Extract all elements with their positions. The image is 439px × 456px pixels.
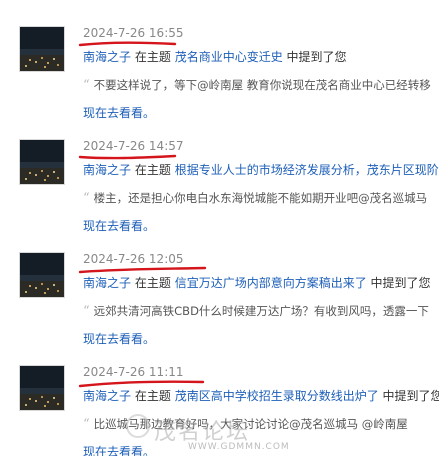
notification-item: 2024-7-26 16:55 南海之子 在主题 茂名商业中心变迁史 中提到了您… [0,19,439,133]
quote-text: 不要这样说了，等下@岭南屋 教育你说现在茂名商业中心已经转移 [93,78,431,92]
quote-block: “远郊共清河高铁CBD什么时候建万达广场？有收到风吗，透露一下 [83,303,439,320]
night-city-avatar-image [20,366,64,410]
mentioned-text: 中提到了您 [286,50,347,64]
in-thread-text: 在主题 [134,163,171,177]
quote-mark-icon: “ [83,78,90,93]
user-link[interactable]: 南海之子 [83,50,131,64]
avatar[interactable] [19,365,65,411]
mentioned-text: 中提到了您 [370,276,431,290]
quote-mark-icon: “ [83,191,90,206]
view-now-link[interactable]: 现在去看看。 [83,331,155,347]
view-now-link[interactable]: 现在去看看。 [83,218,155,234]
notification-item: 2024-7-26 12:05 南海之子 在主题 信宜万达广场内部意向方案稿出来… [0,245,439,359]
thread-title-link[interactable]: 茂名商业中心变迁史 [175,50,283,64]
quote-block: “不要这样说了，等下@岭南屋 教育你说现在茂名商业中心已经转移 [83,77,439,94]
notification-feed: 2024-7-26 16:55 南海之子 在主题 茂名商业中心变迁史 中提到了您… [0,0,439,456]
red-underline-annotation [78,154,177,160]
avatar[interactable] [19,252,65,298]
view-now-link[interactable]: 现在去看看。 [83,105,155,121]
notification-item: 2024-7-26 11:11 南海之子 在主题 茂南区高中学校招生录取分数线出… [0,358,439,456]
thread-title-link[interactable]: 信宜万达广场内部意向方案稿出来了 [175,276,367,290]
quote-mark-icon: “ [83,304,90,319]
quote-block: “楼主，还是担心你电白水东海悦城能不能如期开业吧@茂名巡城马 [83,190,439,207]
notification-date: 2024-7-26 11:11 [83,365,184,379]
notification-line: 南海之子 在主题 茂南区高中学校招生录取分数线出炉了 中提到了您 [83,388,439,404]
in-thread-text: 在主题 [134,389,171,403]
mentioned-text: 中提到了您 [382,389,439,403]
night-city-avatar-image [20,140,64,184]
quote-mark-icon: “ [83,417,90,432]
quote-text: 楼主，还是担心你电白水东海悦城能不能如期开业吧@茂名巡城马 [93,191,428,205]
quote-text: 远郊共清河高铁CBD什么时候建万达广场？有收到风吗，透露一下 [93,304,429,318]
thread-title-link[interactable]: 根据专业人士的市场经济发展分析，茂东片区现阶段 [175,163,439,177]
notification-date: 2024-7-26 14:57 [83,139,184,153]
in-thread-text: 在主题 [134,276,171,290]
night-city-avatar-image [20,27,64,71]
in-thread-text: 在主题 [134,50,171,64]
quote-text: 比巡城马那边教育好吗，大家讨论讨论@茂名巡城马 @岭南屋 [93,417,408,431]
quote-block: “比巡城马那边教育好吗，大家讨论讨论@茂名巡城马 @岭南屋 [83,416,439,433]
user-link[interactable]: 南海之子 [83,276,131,290]
user-link[interactable]: 南海之子 [83,389,131,403]
avatar[interactable] [19,139,65,185]
notification-date: 2024-7-26 12:05 [83,252,184,266]
night-city-avatar-image [20,253,64,297]
view-now-link[interactable]: 现在去看看。 [83,444,155,456]
notification-line: 南海之子 在主题 信宜万达广场内部意向方案稿出来了 中提到了您 [83,275,439,291]
avatar[interactable] [19,26,65,72]
red-underline-annotation [78,41,177,47]
user-link[interactable]: 南海之子 [83,163,131,177]
notification-item: 2024-7-26 14:57 南海之子 在主题 根据专业人士的市场经济发展分析… [0,132,439,246]
notification-date: 2024-7-26 16:55 [83,26,184,40]
notification-line: 南海之子 在主题 根据专业人士的市场经济发展分析，茂东片区现阶段 [83,162,439,178]
notification-line: 南海之子 在主题 茂名商业中心变迁史 中提到了您 [83,49,439,65]
thread-title-link[interactable]: 茂南区高中学校招生录取分数线出炉了 [175,389,379,403]
